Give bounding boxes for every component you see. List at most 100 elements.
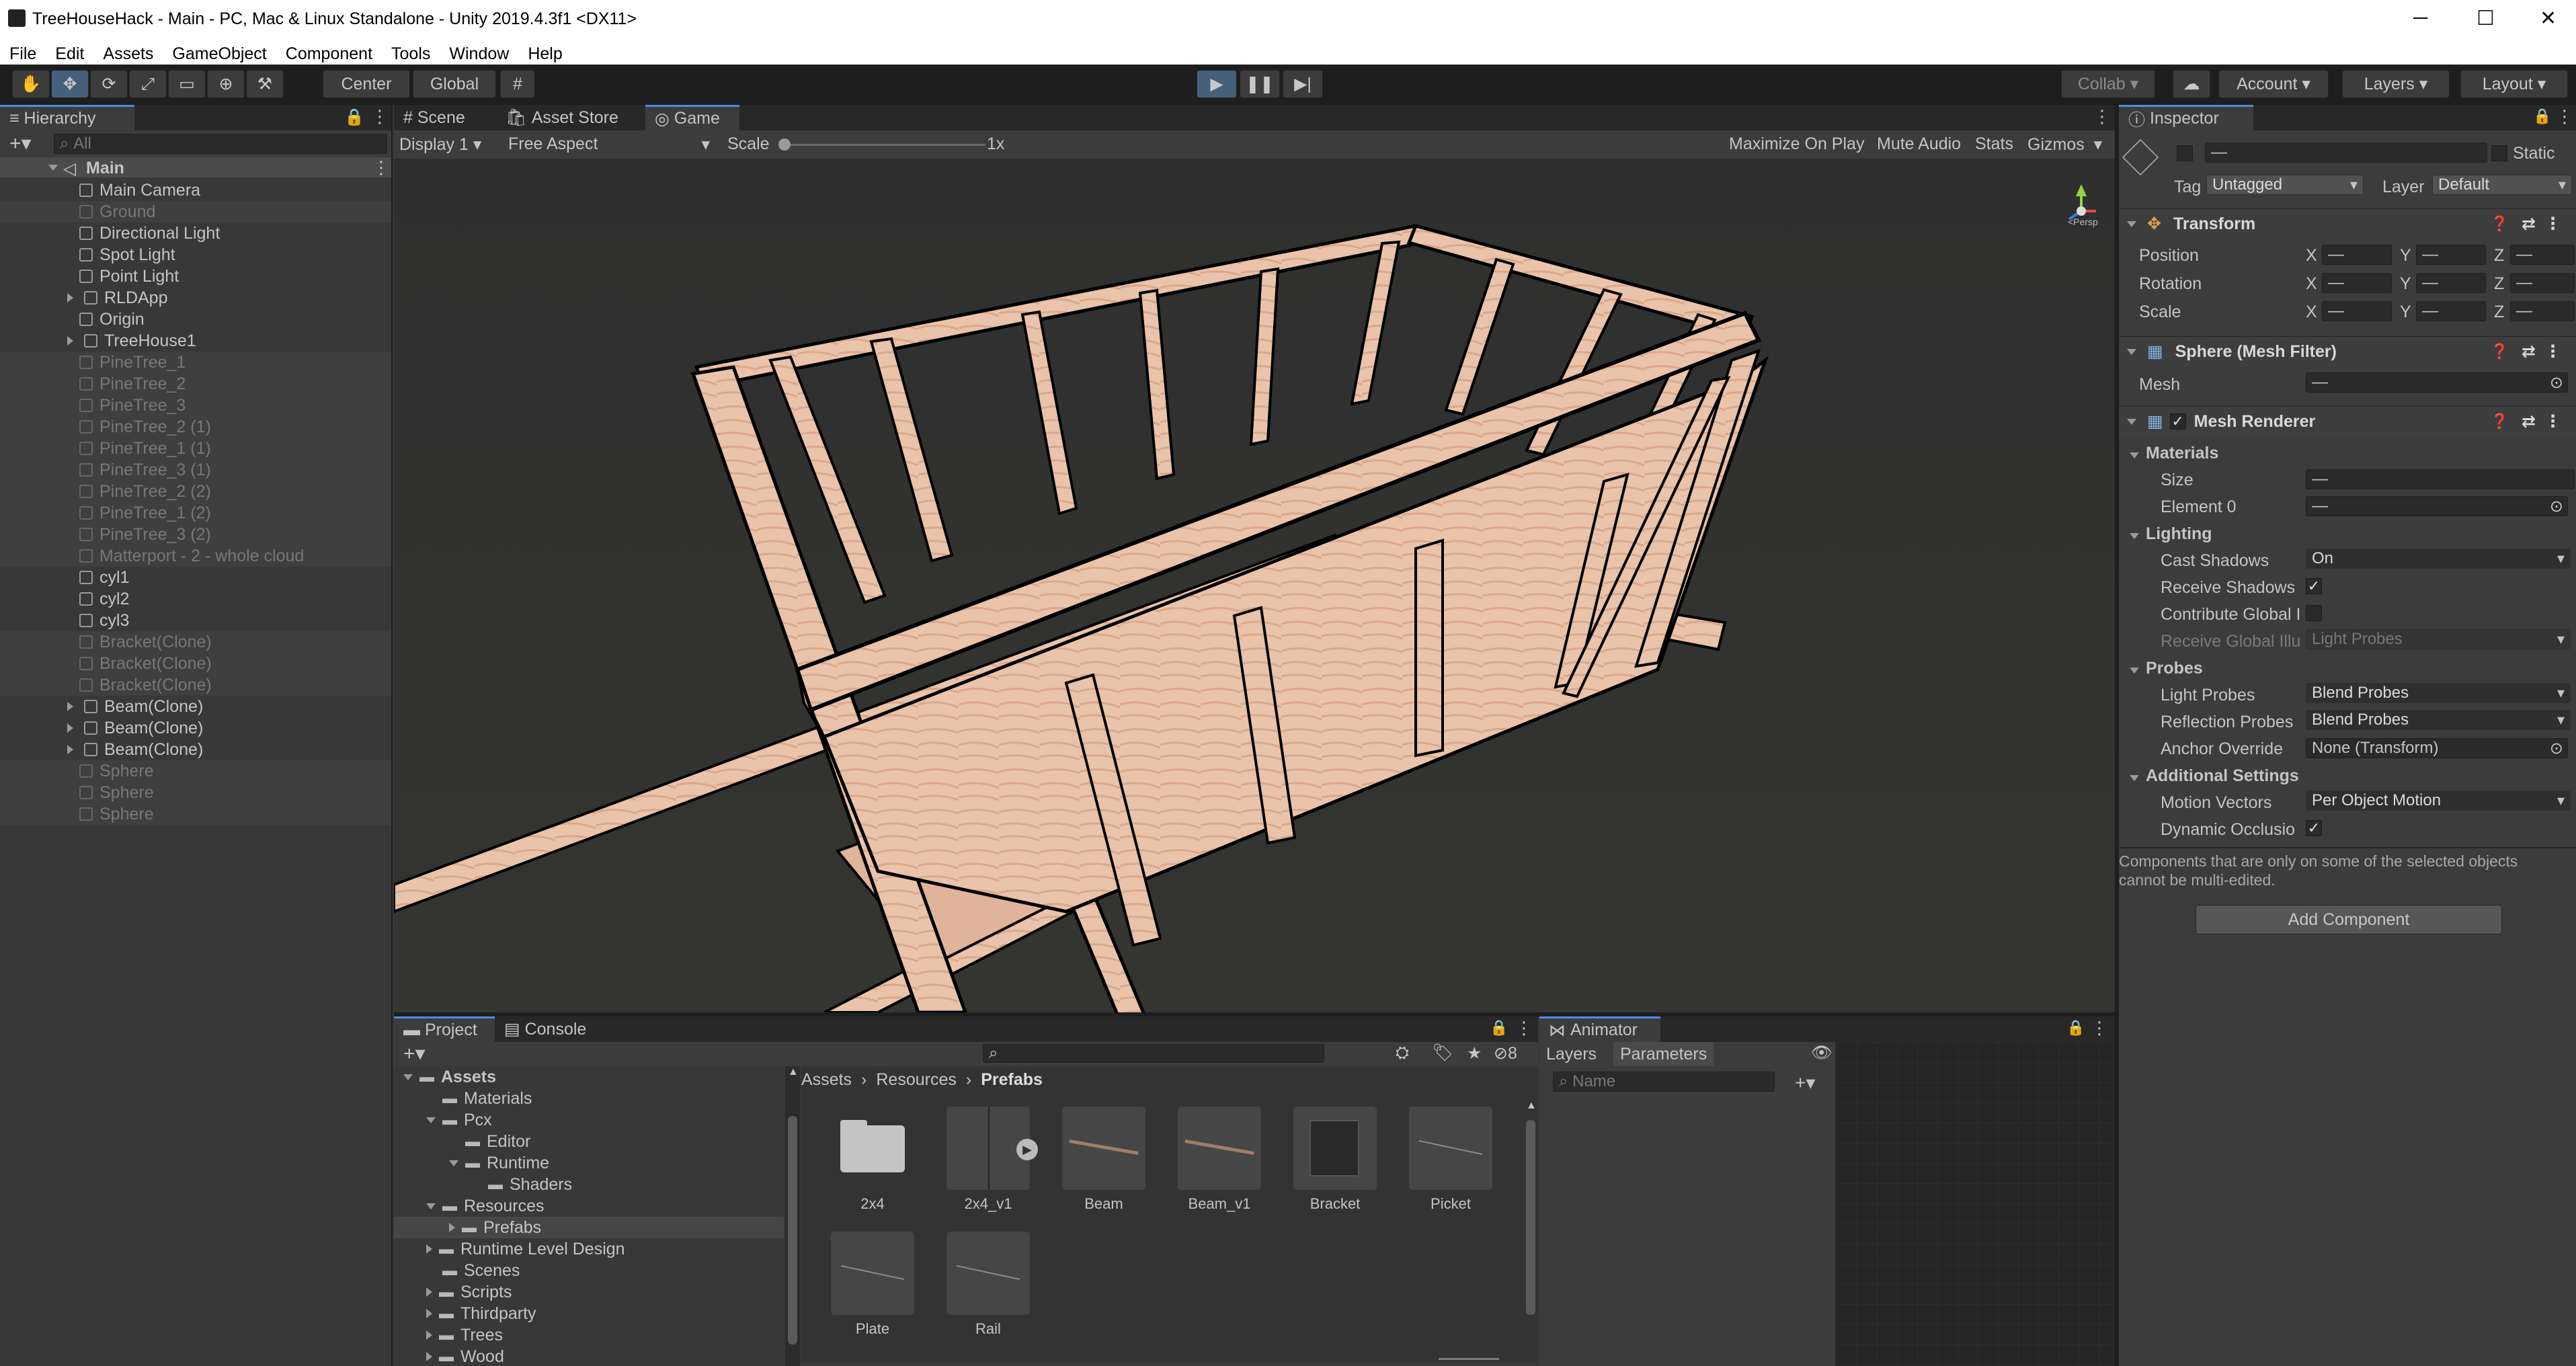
tab-console[interactable]: ▤ Console bbox=[495, 1016, 628, 1042]
additional-settings-foldout[interactable]: Additional Settings bbox=[2130, 766, 2299, 786]
gizmos-dropdown[interactable]: Gizmos ▾ bbox=[2027, 134, 2102, 155]
play-button[interactable]: ▶ bbox=[1197, 70, 1237, 98]
inspector-lock-icon[interactable]: 🔒 bbox=[2533, 108, 2551, 125]
project-folder-item[interactable]: ▬ Scenes bbox=[394, 1260, 784, 1281]
search-by-label-icon[interactable]: 🏷 bbox=[1432, 1043, 1453, 1063]
pause-button[interactable]: ❚❚ bbox=[1240, 70, 1280, 98]
breadcrumb-assets[interactable]: Assets bbox=[801, 1070, 852, 1090]
pivot-global-toggle[interactable]: Global bbox=[413, 70, 496, 98]
hierarchy-item[interactable]: Bracket(Clone) bbox=[0, 674, 393, 696]
asset-item[interactable]: Plate bbox=[831, 1232, 914, 1338]
transform-scale-y-field[interactable]: — bbox=[2416, 301, 2486, 321]
rotate-tool-icon[interactable]: ⟳ bbox=[90, 70, 128, 98]
asset-item[interactable]: Beam bbox=[1062, 1107, 1145, 1213]
move-tool-icon[interactable]: ✥ bbox=[51, 70, 89, 98]
create-plus-icon[interactable]: +▾ bbox=[9, 132, 32, 155]
menu-file[interactable]: File bbox=[0, 40, 46, 65]
transform-rotation-x-field[interactable]: — bbox=[2322, 273, 2392, 293]
asset-item[interactable]: Beam_v1 bbox=[1178, 1107, 1261, 1213]
hierarchy-search-input[interactable]: ⌕ All bbox=[54, 134, 387, 154]
transform-rotation-y-field[interactable]: — bbox=[2416, 273, 2486, 293]
scene-menu-icon[interactable]: ⋮ bbox=[372, 157, 390, 178]
hierarchy-item[interactable]: Beam(Clone) bbox=[0, 717, 393, 739]
cast-shadows-dropdown[interactable]: On bbox=[2306, 549, 2571, 569]
account-dropdown[interactable]: Account ▾ bbox=[2218, 70, 2329, 98]
expand-arrow-icon[interactable] bbox=[426, 1287, 432, 1297]
add-component-button[interactable]: Add Component bbox=[2196, 905, 2502, 934]
motion-vectors-dropdown[interactable]: Per Object Motion bbox=[2306, 791, 2571, 811]
project-folder-item[interactable]: ▬ Runtime bbox=[394, 1152, 784, 1174]
breadcrumb-prefabs[interactable]: Prefabs bbox=[981, 1070, 1043, 1090]
hierarchy-item[interactable]: cyl3 bbox=[0, 610, 393, 631]
pivot-center-toggle[interactable]: Center bbox=[323, 70, 410, 98]
active-checkbox[interactable] bbox=[2177, 145, 2193, 161]
project-search-input[interactable]: ⌕ bbox=[983, 1044, 1324, 1063]
expand-arrow-icon[interactable] bbox=[426, 1117, 436, 1123]
hierarchy-item[interactable]: RLDApp bbox=[0, 287, 393, 309]
transform-tool-icon[interactable]: ⊕ bbox=[207, 70, 245, 98]
expand-arrow-icon[interactable] bbox=[426, 1330, 432, 1340]
tree-scrollbar[interactable]: ▲ bbox=[785, 1066, 800, 1366]
dynamic-occlusion-checkbox[interactable]: ✓ bbox=[2306, 820, 2322, 836]
component-menu-icon[interactable]: ⋮ bbox=[2544, 342, 2561, 362]
expand-arrow-icon[interactable] bbox=[48, 165, 58, 171]
materials-foldout[interactable]: Materials bbox=[2130, 444, 2218, 463]
menu-edit[interactable]: Edit bbox=[46, 40, 93, 65]
expand-arrow-icon[interactable] bbox=[449, 1160, 458, 1166]
rect-tool-icon[interactable]: ▭ bbox=[168, 70, 206, 98]
project-menu-icon[interactable]: ⋮ bbox=[1515, 1018, 1533, 1039]
animator-lock-icon[interactable]: 🔒 bbox=[2066, 1019, 2085, 1037]
hierarchy-item[interactable]: Beam(Clone) bbox=[0, 739, 393, 760]
mesh-renderer-section-header[interactable]: ▦ ✓ Mesh Renderer ❓ ⇄ ⋮ bbox=[2119, 406, 2576, 436]
project-folder-item[interactable]: ▬ Shaders bbox=[394, 1174, 784, 1195]
display-dropdown[interactable]: Display 1 ▾ bbox=[399, 134, 500, 155]
breadcrumb-resources[interactable]: Resources bbox=[876, 1070, 957, 1090]
gizmo-label[interactable]: <Persp bbox=[2068, 216, 2098, 227]
hierarchy-item[interactable]: PineTree_1 (2) bbox=[0, 502, 393, 524]
object-name-field[interactable]: — bbox=[2205, 143, 2487, 163]
mute-audio-toggle[interactable]: Mute Audio bbox=[1877, 134, 1961, 154]
hierarchy-item[interactable]: Main Camera bbox=[0, 179, 393, 201]
scale-slider[interactable] bbox=[784, 144, 985, 146]
asset-item[interactable]: Picket bbox=[1409, 1107, 1492, 1213]
animator-tab-parameters[interactable]: Parameters bbox=[1613, 1042, 1714, 1066]
expand-arrow-icon[interactable] bbox=[449, 1223, 455, 1232]
transform-position-y-field[interactable]: — bbox=[2416, 245, 2486, 265]
mesh-field[interactable]: — ⊙ bbox=[2306, 372, 2568, 393]
hierarchy-item[interactable]: Beam(Clone) bbox=[0, 696, 393, 717]
menu-help[interactable]: Help bbox=[518, 40, 571, 65]
hierarchy-item[interactable]: Bracket(Clone) bbox=[0, 653, 393, 674]
expand-arrow-icon[interactable] bbox=[426, 1352, 432, 1361]
component-menu-icon[interactable]: ⋮ bbox=[2544, 411, 2561, 432]
contribute-gi-checkbox[interactable] bbox=[2306, 605, 2322, 621]
project-folder-item[interactable]: ▬ Pcx bbox=[394, 1109, 784, 1131]
project-folder-item[interactable]: ▬ Prefabs bbox=[394, 1217, 784, 1238]
hierarchy-item[interactable]: PineTree_1 (1) bbox=[0, 438, 393, 459]
transform-scale-x-field[interactable]: — bbox=[2322, 301, 2392, 321]
hierarchy-item[interactable]: PineTree_3 bbox=[0, 395, 393, 416]
project-folder-item[interactable]: ▬ Editor bbox=[394, 1131, 784, 1152]
help-icon[interactable]: ❓ bbox=[2491, 343, 2509, 360]
aspect-dropdown[interactable]: Free Aspect ▾ bbox=[508, 134, 710, 154]
project-folder-item[interactable]: ▬ Trees bbox=[394, 1324, 784, 1346]
scale-tool-icon[interactable]: ⤢ bbox=[129, 70, 167, 98]
project-folder-item[interactable]: ▬ Wood bbox=[394, 1346, 784, 1366]
scene-header-row[interactable]: ◁ Main ⋮ bbox=[0, 157, 393, 178]
project-folder-item[interactable]: ▬ Thirdparty bbox=[394, 1303, 784, 1324]
reflection-probes-dropdown[interactable]: Blend Probes bbox=[2306, 710, 2571, 730]
cloud-icon[interactable]: ☁ bbox=[2173, 70, 2210, 98]
hierarchy-item[interactable]: Sphere bbox=[0, 782, 393, 803]
tag-dropdown[interactable]: Untagged bbox=[2206, 175, 2364, 195]
help-icon[interactable]: ❓ bbox=[2491, 215, 2509, 233]
transform-section-header[interactable]: ✥ Transform ❓ ⇄ ⋮ bbox=[2119, 208, 2576, 239]
hierarchy-item[interactable]: Ground bbox=[0, 201, 393, 223]
expand-arrow-icon[interactable] bbox=[426, 1309, 432, 1318]
light-probes-dropdown[interactable]: Blend Probes bbox=[2306, 683, 2571, 703]
hand-tool-icon[interactable]: ✋ bbox=[12, 70, 50, 98]
expand-arrow-icon[interactable] bbox=[67, 293, 73, 303]
asset-item[interactable]: ▶ 2x4_v1 bbox=[947, 1107, 1038, 1213]
step-button[interactable]: ▶| bbox=[1283, 70, 1323, 98]
panel-menu-icon[interactable]: ⋮ bbox=[371, 106, 389, 127]
menu-window[interactable]: Window bbox=[440, 40, 518, 65]
scale-slider-handle[interactable] bbox=[778, 138, 791, 151]
